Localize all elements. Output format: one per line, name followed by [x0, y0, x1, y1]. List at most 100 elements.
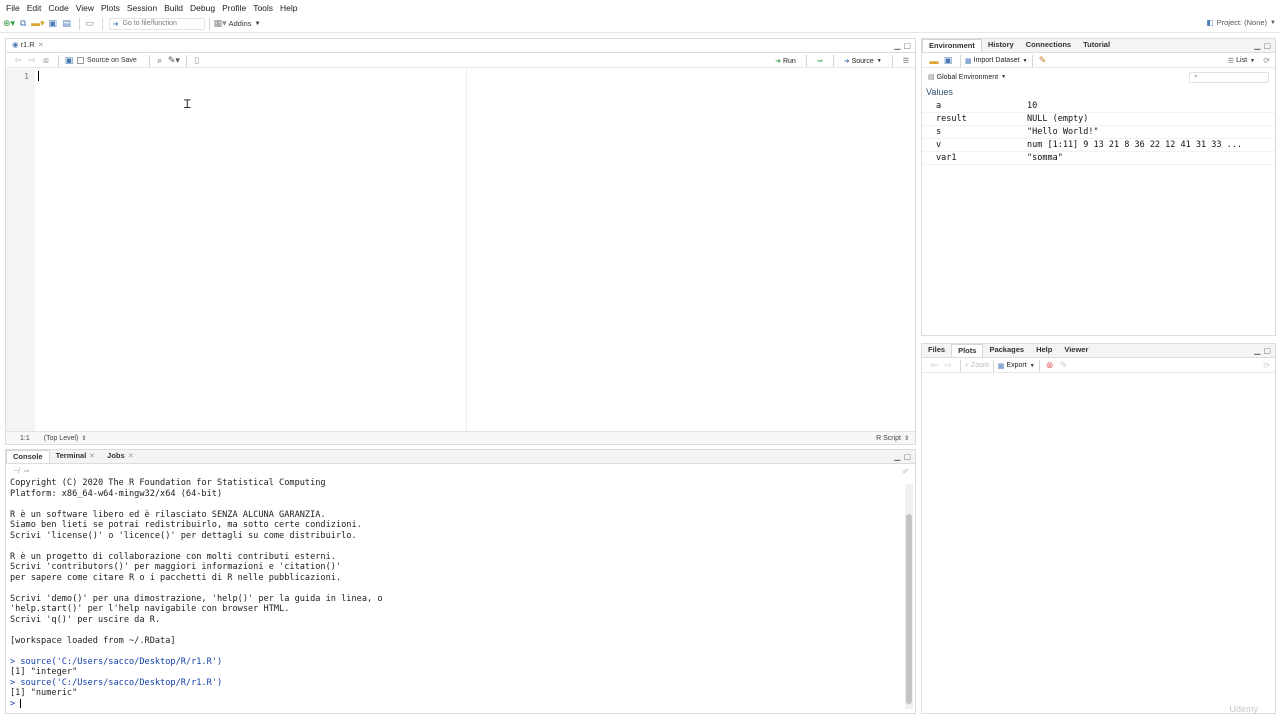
forward-icon[interactable]: ⇨ [942, 359, 954, 373]
zoom-button[interactable]: ⌕ Zoom [965, 362, 989, 370]
tab-r1[interactable]: ◉ r1.R ✕ [6, 39, 50, 52]
environment-row[interactable]: result NULL (empty) [922, 113, 1275, 126]
tab-files[interactable]: Files [922, 344, 951, 357]
show-window-icon[interactable]: ⧈ [40, 54, 52, 68]
tab-tutorial[interactable]: Tutorial [1077, 39, 1116, 52]
run-arrow-icon: ➜ [775, 58, 781, 65]
broom-icon[interactable]: ✎ [1058, 359, 1070, 373]
minimize-icon[interactable]: ▁ [1254, 41, 1260, 50]
clear-console-icon[interactable]: ✐ [902, 467, 909, 476]
chevron-down-icon: ▼ [254, 20, 261, 27]
tab-viewer[interactable]: Viewer [1058, 344, 1094, 357]
forward-icon[interactable]: ⇨ [26, 54, 38, 68]
maximize-icon[interactable]: ▢ [903, 41, 911, 50]
search-icon[interactable]: ⌕ [154, 54, 166, 68]
close-icon[interactable]: ✕ [89, 452, 95, 460]
menu-session[interactable]: Session [125, 3, 162, 13]
tab-label: Jobs [107, 451, 125, 460]
main-toolbar: ⊕▾ ⧉ ▬▾ ▣ ▤ ▭ ➜ Go to file/function ▦▾ A… [0, 15, 1280, 33]
code-editor[interactable]: 1 Ɪ [6, 69, 915, 431]
goto-file-input[interactable]: ➜ Go to file/function [108, 17, 205, 30]
working-directory[interactable]: ~/ ⇨ [14, 467, 30, 475]
environment-row[interactable]: s "Hello World!" [922, 126, 1275, 139]
tab-plots[interactable]: Plots [951, 344, 984, 357]
variable-name: a [936, 101, 942, 111]
environment-row[interactable]: a 10 [922, 100, 1275, 113]
project-menu[interactable]: ◧ Project: (None) ▼ [1207, 18, 1276, 27]
outline-icon[interactable]: ☰ [903, 57, 909, 65]
addins-button[interactable]: Addins ▼ [229, 19, 261, 28]
view-mode-selector[interactable]: ☰ List ▼ [1228, 57, 1255, 65]
tab-connections[interactable]: Connections [1020, 39, 1077, 52]
filetype-selector[interactable]: R Script ⇕ [876, 435, 909, 442]
source-button[interactable]: ➜ Source ▼ [844, 57, 882, 66]
save-all-icon[interactable]: ▤ [61, 17, 73, 31]
close-icon[interactable]: ✕ [128, 452, 134, 460]
back-icon[interactable]: ⇦ [928, 359, 940, 373]
environment-row[interactable]: v num [1:11] 9 13 21 8 36 22 12 41 31 33 … [922, 139, 1275, 152]
project-label: Project: (None) [1216, 18, 1268, 27]
environment-search-input[interactable]: ⌕ [1189, 72, 1269, 83]
menu-build[interactable]: Build [162, 3, 188, 13]
compile-report-icon[interactable]: ▯ [191, 54, 203, 68]
chevron-down-icon: ▼ [1022, 57, 1028, 64]
environment-row[interactable]: var1 "somma" [922, 152, 1275, 165]
scope-selector[interactable]: (Top Level) ⇕ [44, 435, 87, 442]
menu-profile[interactable]: Profile [220, 3, 251, 13]
print-icon[interactable]: ▭ [84, 17, 96, 31]
console-scrollbar[interactable] [905, 484, 913, 709]
project-icon: ◧ [1206, 18, 1214, 27]
variable-name: s [936, 127, 942, 137]
menu-edit[interactable]: Edit [25, 3, 47, 13]
refresh-icon[interactable]: ⟳ [1263, 56, 1270, 65]
tab-console[interactable]: Console [6, 450, 50, 463]
console-line: Scrivi 'contributors()' per maggiori inf… [10, 562, 342, 572]
maximize-icon[interactable]: ▢ [903, 452, 911, 461]
tab-packages[interactable]: Packages [983, 344, 1030, 357]
minimize-icon[interactable]: ▁ [894, 452, 900, 461]
open-folder-icon[interactable]: ▬▾ [31, 17, 45, 31]
source-on-save-checkbox[interactable]: Source on Save [77, 57, 137, 64]
menu-tools[interactable]: Tools [251, 3, 278, 13]
grid-icon[interactable]: ▦▾ [214, 17, 227, 31]
minimize-icon[interactable]: ▁ [1254, 346, 1260, 355]
maximize-icon[interactable]: ▢ [1263, 41, 1271, 50]
minimize-icon[interactable]: ▁ [894, 41, 900, 50]
menu-help[interactable]: Help [278, 3, 302, 13]
menu-view[interactable]: View [74, 3, 99, 13]
refresh-icon[interactable]: ⟳ [1263, 361, 1270, 370]
maximize-icon[interactable]: ▢ [1263, 346, 1271, 355]
tab-environment[interactable]: Environment [922, 39, 982, 52]
console-output[interactable]: Copyright (C) 2020 The R Foundation for … [10, 478, 899, 711]
new-file-icon[interactable]: ⊕▾ [3, 17, 15, 31]
plot-area [922, 375, 1275, 713]
scrollbar-thumb[interactable] [906, 514, 912, 704]
remove-plot-icon[interactable]: ⊗ [1044, 359, 1056, 373]
export-button[interactable]: ▦ Export ▼ [998, 362, 1035, 370]
new-project-icon[interactable]: ⧉ [17, 17, 29, 31]
run-button[interactable]: ➜ Run [775, 57, 796, 66]
rerun-icon[interactable]: ⇒ [817, 57, 823, 65]
files-plots-pane: Files Plots Packages Help Viewer ▁ ▢ ⇦ ⇨… [921, 343, 1276, 714]
import-dataset-button[interactable]: ▦ Import Dataset ▼ [965, 57, 1028, 65]
magic-wand-icon[interactable]: ✎▾ [168, 54, 180, 68]
source-label: Source [851, 57, 874, 65]
save-icon[interactable]: ▣ [63, 54, 75, 68]
broom-icon[interactable]: ✎ [1037, 54, 1049, 68]
scope-dropdown[interactable]: ▤ Global Environment ▼ [928, 73, 1006, 82]
close-icon[interactable]: ✕ [38, 41, 44, 49]
tab-jobs[interactable]: Jobs ✕ [101, 450, 139, 463]
menu-file[interactable]: File [4, 3, 25, 13]
tab-help[interactable]: Help [1030, 344, 1058, 357]
save-icon[interactable]: ▣ [942, 54, 954, 68]
open-folder-icon[interactable]: ▬ [928, 54, 940, 68]
console-line: R è un progetto di collaborazione con mo… [10, 551, 336, 562]
menu-code[interactable]: Code [46, 3, 73, 13]
save-icon[interactable]: ▣ [47, 17, 59, 31]
menu-plots[interactable]: Plots [99, 3, 125, 13]
tab-history[interactable]: History [982, 39, 1020, 52]
console-line: > source('C:/Users/sacco/Desktop/R/r1.R'… [10, 656, 223, 667]
back-icon[interactable]: ⇦ [12, 54, 24, 68]
menu-debug[interactable]: Debug [188, 3, 220, 13]
tab-terminal[interactable]: Terminal ✕ [50, 450, 102, 463]
